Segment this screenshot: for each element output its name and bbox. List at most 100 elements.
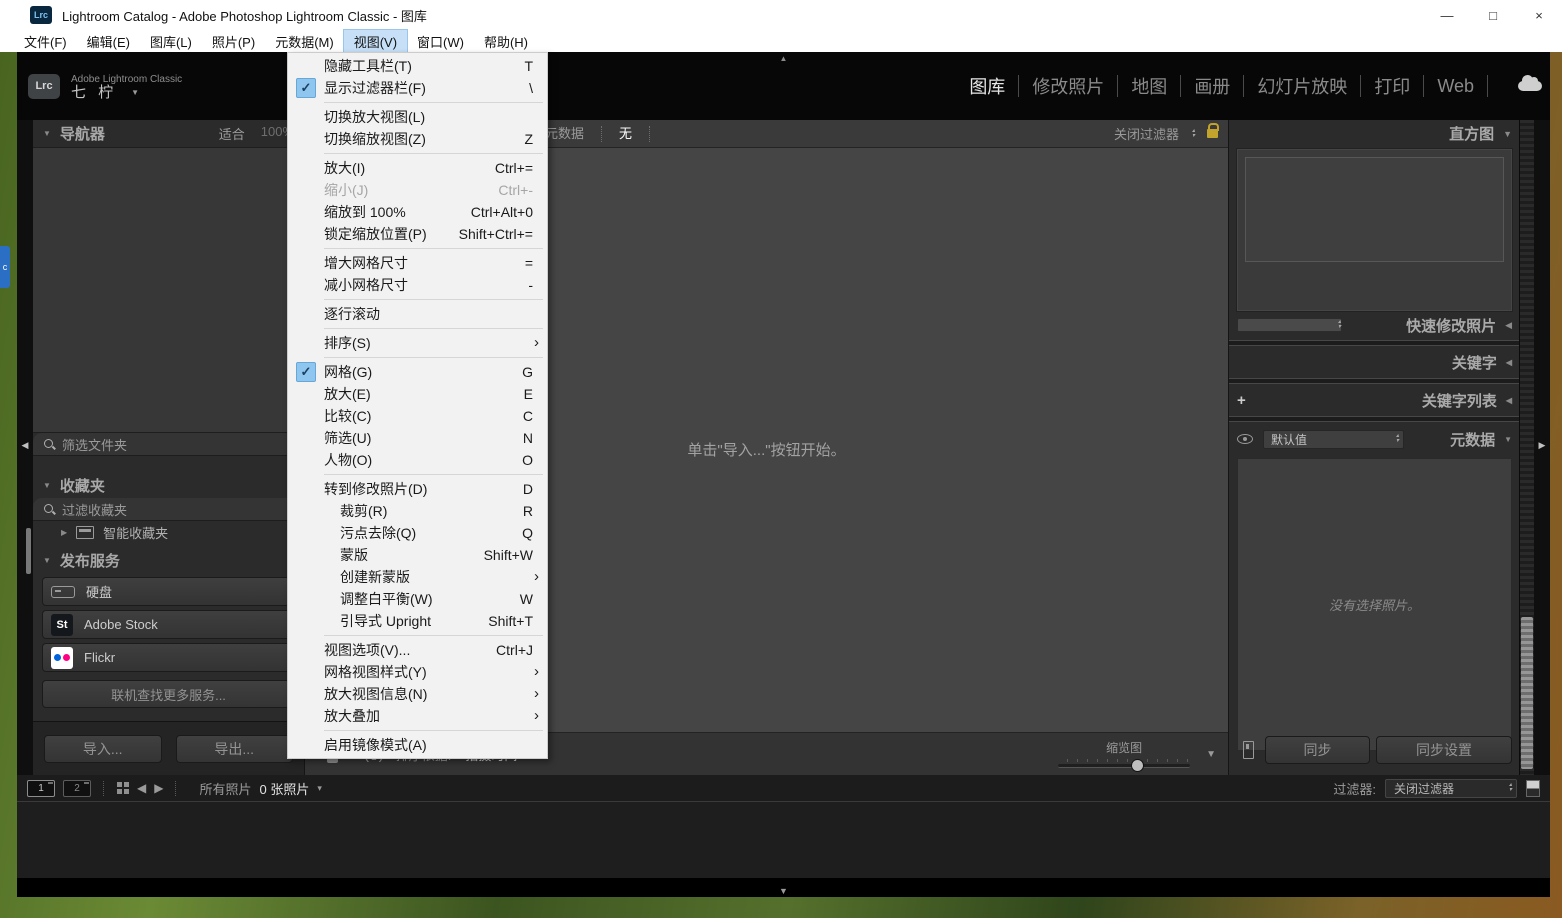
next-photo-icon[interactable]: ▶ — [154, 781, 163, 795]
find-folders-field[interactable]: 筛选文件夹 — [33, 433, 304, 456]
view-menu-item[interactable]: 减小网格尺寸- — [288, 274, 547, 296]
find-more-services-button[interactable]: 联机查找更多服务... — [42, 680, 295, 708]
import-button[interactable]: 导入... — [44, 735, 162, 763]
view-menu-item[interactable]: 放大(E)E — [288, 383, 547, 405]
module-tab[interactable]: Web — [1424, 76, 1487, 97]
publish-service-row[interactable]: StAdobe Stock — [42, 610, 295, 639]
view-menu-item[interactable]: 切换放大视图(L) — [288, 106, 547, 128]
export-button[interactable]: 导出... — [176, 735, 294, 763]
close-button[interactable]: × — [1516, 0, 1562, 30]
filmstrip-source[interactable]: 所有照片 — [199, 779, 251, 798]
view-menu-item[interactable]: 切换缩放视图(Z)Z — [288, 128, 547, 150]
chevron-down-icon[interactable]: ▼ — [131, 86, 139, 99]
grid-view-icon[interactable] — [117, 782, 129, 794]
publish-services-header[interactable]: ▼ 发布服务 — [33, 547, 304, 573]
thumbnail-size-slider[interactable] — [1058, 759, 1190, 769]
collapse-arrow-icon[interactable]: ◀ — [1505, 320, 1512, 331]
main-window-button[interactable]: 1 — [27, 780, 55, 797]
view-menu-item[interactable]: 锁定缩放位置(P)Shift+Ctrl+= — [288, 223, 547, 245]
sync-toggle-icon[interactable] — [1237, 737, 1259, 763]
second-window-button[interactable]: 2 — [63, 780, 91, 797]
menubar-item[interactable]: 文件(F) — [14, 30, 77, 53]
collapse-left-panel-arrow[interactable]: ◀ — [22, 440, 29, 451]
keyword-list-header[interactable]: + 关键字列表 ◀ — [1229, 387, 1520, 413]
filter-toggle-icon[interactable] — [1526, 780, 1540, 797]
filter-preset-value[interactable]: 关闭过滤器 — [1114, 124, 1179, 143]
menubar-item[interactable]: 照片(P) — [202, 30, 265, 53]
view-menu-item[interactable]: 缩放到 100%Ctrl+Alt+0 — [288, 201, 547, 223]
disclosure-triangle-icon[interactable]: ▼ — [1504, 435, 1512, 444]
navigator-header[interactable]: ▼ 导航器 适合 100% — [33, 120, 304, 146]
view-menu-item[interactable]: ✓显示过滤器栏(F)\ — [288, 77, 547, 99]
scrollbar-thumb[interactable] — [1521, 617, 1533, 769]
view-menu-item[interactable]: 引导式 UprightShift+T — [288, 610, 547, 632]
view-menu-item[interactable]: 启用镜像模式(A) — [288, 734, 547, 756]
left-panel-scrollbar[interactable] — [26, 528, 31, 574]
view-menu-item[interactable]: 比较(C)C — [288, 405, 547, 427]
view-menu-item[interactable]: 增大网格尺寸= — [288, 252, 547, 274]
filmstrip-filter-select[interactable]: 关闭过滤器 ▴▾ — [1385, 779, 1517, 798]
view-menu-item[interactable]: 创建新蒙版› — [288, 566, 547, 588]
toolbar-options-arrow[interactable]: ▼ — [1206, 749, 1216, 760]
slider-knob[interactable] — [1131, 759, 1144, 772]
view-menu-item[interactable]: 排序(S)› — [288, 332, 547, 354]
view-menu-item[interactable]: 调整白平衡(W)W — [288, 588, 547, 610]
smart-collections-row[interactable]: ▶ 智能收藏夹 — [33, 521, 304, 543]
module-tab[interactable]: 画册 — [1181, 73, 1243, 99]
view-menu-item[interactable]: 污点去除(Q)Q — [288, 522, 547, 544]
metadata-preset-select[interactable]: 默认值 ▴▾ — [1263, 430, 1404, 449]
sync-settings-button[interactable]: 同步设置 — [1376, 736, 1512, 764]
zoom-fit-button[interactable]: 适合 — [219, 124, 245, 143]
publish-service-row[interactable]: 硬盘 — [42, 577, 295, 606]
filter-collections-field[interactable]: 过滤收藏夹 — [33, 498, 304, 521]
eye-icon[interactable] — [1237, 434, 1253, 444]
view-menu-item[interactable]: 网格视图样式(Y)› — [288, 661, 547, 683]
collapse-arrow-icon[interactable]: ◀ — [1506, 358, 1512, 367]
disclosure-triangle-icon[interactable]: ▶ — [61, 528, 67, 537]
module-tab[interactable]: 修改照片 — [1019, 73, 1117, 99]
disclosure-triangle-icon[interactable]: ▼ — [43, 481, 51, 490]
source-menu-caret-icon[interactable]: ▾ — [317, 783, 322, 794]
view-menu-item[interactable]: 逐行滚动 — [288, 303, 547, 325]
view-menu-item[interactable]: 裁剪(R)R — [288, 500, 547, 522]
collapse-right-panel-arrow[interactable]: ▶ — [1539, 440, 1546, 451]
previous-photo-icon[interactable]: ◀ — [137, 781, 146, 795]
view-menu-item[interactable]: 放大(I)Ctrl+= — [288, 157, 547, 179]
view-menu-item[interactable]: 筛选(U)N — [288, 427, 547, 449]
menubar-item[interactable]: 元数据(M) — [265, 30, 344, 53]
collapse-filmstrip-arrow[interactable]: ▼ — [779, 886, 788, 896]
menubar-item[interactable]: 帮助(H) — [474, 30, 538, 53]
cloud-sync-icon[interactable] — [1518, 81, 1542, 91]
view-menu-item[interactable]: 人物(O)O — [288, 449, 547, 471]
keywording-header[interactable]: 关键字 ◀ — [1229, 349, 1520, 375]
module-tab[interactable]: 打印 — [1361, 73, 1423, 99]
saved-preset-select[interactable]: ▴▾ — [1237, 318, 1342, 332]
view-menu-item[interactable]: 放大叠加› — [288, 705, 547, 727]
view-menu-item[interactable]: 缩小(J)Ctrl+- — [288, 179, 547, 201]
filter-tab[interactable]: 无 — [601, 126, 650, 142]
module-tab[interactable]: 幻灯片放映 — [1244, 73, 1360, 99]
module-tab[interactable]: 图库 — [956, 73, 1018, 99]
sync-button[interactable]: 同步 — [1265, 736, 1370, 764]
identity-plate[interactable]: Adobe Lightroom Classic 七 柠▼ — [71, 73, 182, 99]
publish-service-row[interactable]: Flickr — [42, 643, 295, 672]
menubar-item[interactable]: 窗口(W) — [407, 30, 474, 53]
collapse-arrow-icon[interactable]: ◀ — [1506, 396, 1512, 405]
metadata-header[interactable]: 默认值 ▴▾ 元数据 ▼ — [1229, 425, 1520, 453]
view-menu-item[interactable]: 蒙版Shift+W — [288, 544, 547, 566]
menubar-item[interactable]: 视图(V) — [344, 30, 407, 53]
collapse-top-panel-arrow[interactable]: ▲ — [780, 54, 788, 63]
menubar-item[interactable]: 图库(L) — [140, 30, 202, 53]
module-tab[interactable]: 地图 — [1118, 73, 1180, 99]
lock-icon[interactable] — [1207, 129, 1218, 138]
add-keyword-icon[interactable]: + — [1237, 392, 1246, 409]
menubar-item[interactable]: 编辑(E) — [77, 30, 140, 53]
view-menu-item[interactable]: ✓网格(G)G — [288, 361, 547, 383]
collections-header[interactable]: ▼ 收藏夹 — [33, 472, 304, 498]
view-menu-item[interactable]: 放大视图信息(N)› — [288, 683, 547, 705]
view-menu-item[interactable]: 隐藏工具栏(T)T — [288, 55, 547, 77]
quick-develop-header[interactable]: ▴▾ 快速修改照片 ◀ — [1229, 313, 1520, 337]
maximize-button[interactable]: □ — [1470, 0, 1516, 30]
histogram-header[interactable]: 直方图 ▼ — [1229, 120, 1520, 147]
view-menu-item[interactable]: 转到修改照片(D)D — [288, 478, 547, 500]
